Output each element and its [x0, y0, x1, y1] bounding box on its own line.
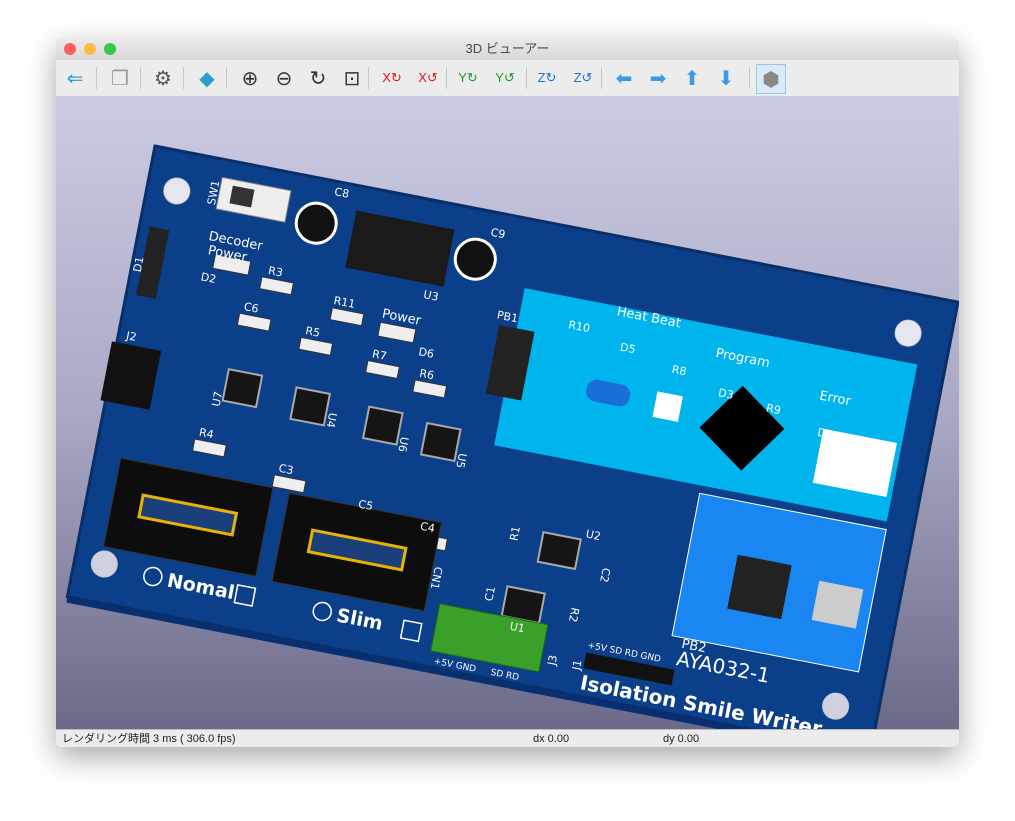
rotate-y-cw-button[interactable]: Y↻ — [454, 64, 482, 92]
u4-ic — [289, 386, 332, 427]
ref-r3: R3 — [267, 264, 284, 280]
window-title: 3D ビューアー — [465, 41, 550, 56]
maximize-button[interactable] — [104, 43, 116, 55]
rotate-z-ccw-button[interactable]: Z↺ — [569, 64, 597, 92]
minimize-button[interactable] — [84, 43, 96, 55]
zoom-in-button[interactable]: ⊕ — [236, 64, 264, 92]
rotate-y-icon: Y↻ — [458, 70, 478, 85]
move-left-button[interactable]: ⬅ — [610, 64, 638, 92]
preferences-button[interactable]: ⚙ — [149, 64, 177, 92]
ref-c8: C8 — [333, 185, 350, 201]
copy-icon: ❐ — [111, 67, 129, 90]
ref-r4: R4 — [198, 426, 215, 442]
toolbar-separator — [226, 67, 227, 89]
toolbar-separator — [96, 67, 97, 89]
cube-icon: ◆ — [199, 67, 215, 90]
ref-c4: C4 — [419, 520, 436, 536]
toolbar-separator — [749, 67, 750, 89]
ref-c5: C5 — [357, 498, 374, 514]
rotate-x-ccw-button[interactable]: X↺ — [414, 64, 442, 92]
toolbar-separator — [183, 67, 184, 89]
move-down-button[interactable]: ⬇ — [712, 64, 740, 92]
raytracing-button[interactable]: ◆ — [193, 64, 221, 92]
u7-ic — [221, 368, 264, 409]
ref-r9: R9 — [765, 402, 782, 418]
arrow-up-icon: ⬆ — [683, 67, 701, 90]
ref-r5: R5 — [304, 324, 321, 340]
pcb-3d-render: Decoder Power Power Heat Beat Program Er… — [65, 144, 959, 747]
move-up-button[interactable]: ⬆ — [678, 64, 706, 92]
zoom-fit-icon: ⊡ — [343, 67, 361, 90]
reload-board-icon: ⇐ — [66, 67, 84, 90]
move-right-button[interactable]: ➡ — [644, 64, 672, 92]
zoom-out-icon: ⊖ — [275, 67, 293, 90]
arrow-down-icon: ⬇ — [717, 67, 735, 90]
redraw-button[interactable]: ↻ — [304, 64, 332, 92]
u5-ic — [419, 421, 462, 463]
ref-r7: R7 — [371, 347, 388, 363]
dx-readout: dx 0.00 — [533, 733, 570, 745]
rotate-x-icon: X↺ — [418, 70, 438, 85]
zoom-in-icon: ⊕ — [241, 67, 259, 90]
ref-c9: C9 — [489, 226, 506, 242]
render-time: レンダリング時間 3 ms ( 306.0 fps) — [62, 733, 236, 745]
title-bar: 3D ビューアー — [56, 38, 959, 60]
rotate-z-cw-button[interactable]: Z↻ — [533, 64, 561, 92]
toolbar-separator — [368, 67, 369, 89]
ref-c2: C2 — [597, 567, 613, 584]
u6-ic — [361, 405, 404, 446]
u2-ic — [536, 531, 582, 571]
cube-view-icon: ⬢ — [762, 68, 780, 91]
zoom-fit-button[interactable]: ⊡ — [338, 64, 366, 92]
arrow-right-icon: ➡ — [649, 67, 667, 90]
close-button[interactable] — [64, 43, 76, 55]
3d-viewer-window: 3D ビューアー ⇐ ❐ ⚙ ◆ ⊕ ⊖ ↻ ⊡ X↻ X↺ Y↻ Y↺ Z↻ Z↺ ⬅ ➡ ⬆ ⬇ ⬢ — [56, 38, 959, 747]
toolbar-separator — [601, 67, 602, 89]
rotate-x-icon: X↻ — [382, 70, 402, 85]
toolbar-separator — [526, 67, 527, 89]
toolbar-separator — [140, 67, 141, 89]
ref-c1: C1 — [482, 585, 498, 602]
toolbar-separator — [446, 67, 447, 89]
ref-c3: C3 — [278, 462, 295, 478]
ref-r8: R8 — [671, 363, 688, 379]
reload-board-button[interactable]: ⇐ — [61, 64, 89, 92]
status-bar: レンダリング時間 3 ms ( 306.0 fps) dx 0.00 dy 0.… — [56, 729, 959, 747]
rotate-y-ccw-button[interactable]: Y↺ — [491, 64, 519, 92]
refresh-icon: ↻ — [309, 67, 327, 90]
rotate-y-icon: Y↺ — [495, 70, 515, 85]
gear-icon: ⚙ — [154, 67, 172, 90]
ref-r6: R6 — [418, 367, 435, 383]
3d-viewport[interactable]: Decoder Power Power Heat Beat Program Er… — [56, 96, 959, 747]
zoom-out-button[interactable]: ⊖ — [270, 64, 298, 92]
arrow-left-icon: ⬅ — [615, 67, 633, 90]
rotate-z-icon: Z↺ — [573, 70, 593, 85]
ref-r2: R2 — [566, 606, 582, 623]
ref-r1: R1 — [507, 525, 523, 542]
copy-to-clipboard-button[interactable]: ❐ — [106, 64, 134, 92]
rotate-x-cw-button[interactable]: X↻ — [378, 64, 406, 92]
rotate-z-icon: Z↻ — [537, 70, 557, 85]
toolbar: ⇐ ❐ ⚙ ◆ ⊕ ⊖ ↻ ⊡ X↻ X↺ Y↻ Y↺ Z↻ Z↺ ⬅ ➡ ⬆ ⬇ ⬢ — [56, 60, 959, 97]
dy-readout: dy 0.00 — [663, 733, 700, 745]
ref-c6: C6 — [243, 300, 260, 316]
toggle-orthographic-button[interactable]: ⬢ — [756, 64, 786, 94]
